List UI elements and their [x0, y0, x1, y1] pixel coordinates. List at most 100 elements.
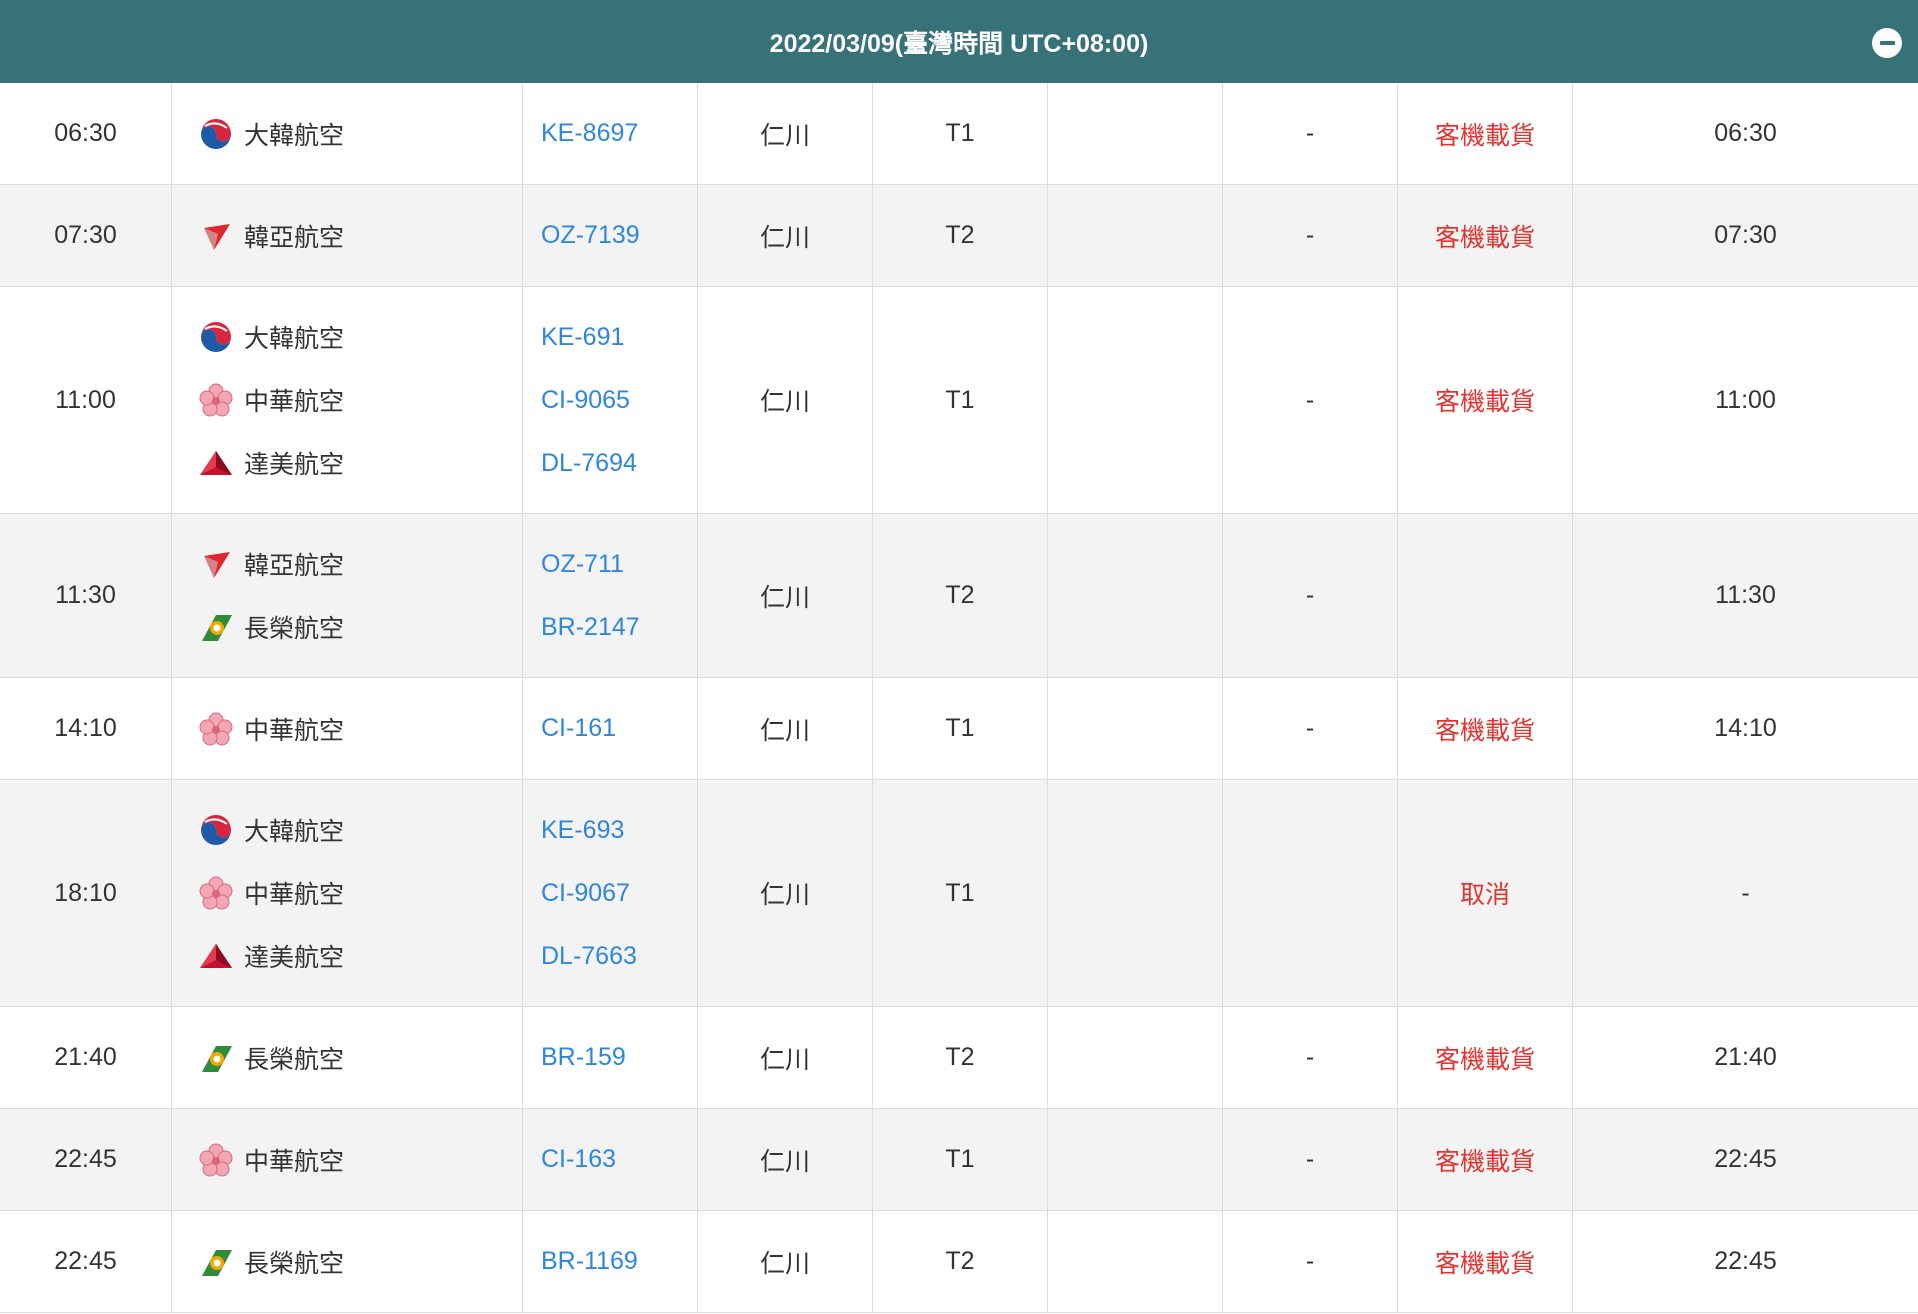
flight-number-link[interactable]: KE-8697: [541, 119, 638, 148]
actual-time-cell-text: -: [1741, 878, 1750, 907]
flight-number-link[interactable]: KE-693: [541, 816, 624, 845]
terminal-cell: T2: [873, 185, 1048, 286]
collapse-button[interactable]: [1872, 28, 1902, 58]
status-cell: [1398, 514, 1573, 677]
terminal-cell-text: T2: [945, 1043, 975, 1071]
terminal-cell: T2: [873, 1211, 1048, 1312]
status-cell-text: 客機載貨: [1434, 1249, 1535, 1278]
flight-code-item: DL-7694: [541, 432, 637, 495]
scheduled-time-cell-text: 06:30: [54, 119, 117, 147]
flight-number-link[interactable]: CI-9065: [541, 386, 630, 415]
airline-item: 中華航空: [198, 369, 344, 432]
airline-item: 大韓航空: [198, 799, 344, 862]
flight-code-item: CI-9067: [541, 862, 630, 925]
scheduled-time-cell: 14:10: [0, 678, 172, 779]
actual-time-cell-text: 22:45: [1714, 1145, 1777, 1173]
airlines-cell: 大韓航空: [172, 83, 523, 184]
airline-name: 中華航空: [244, 388, 345, 416]
destination-cell-text: 仁川: [759, 1147, 810, 1176]
destination-cell-text: 仁川: [759, 1249, 810, 1278]
terminal-cell: T1: [873, 780, 1048, 1006]
counter-cell-text: -: [1305, 1043, 1315, 1071]
china-airlines-logo-icon: [198, 875, 234, 911]
actual-time-cell: 11:00: [1573, 287, 1918, 513]
delta-logo-icon: [198, 938, 234, 974]
airline-name: 長榮航空: [244, 615, 345, 643]
table-row: 21:40 長榮航空 BR-159 仁川 T2 - 客機載貨 21:40: [0, 1007, 1918, 1109]
flight-code-item: OZ-7139: [541, 204, 640, 267]
actual-time-cell: 14:10: [1573, 678, 1918, 779]
flight-number-link[interactable]: DL-7663: [541, 942, 637, 971]
flight-code-item: CI-161: [541, 697, 616, 760]
terminal-cell-text: T2: [945, 1247, 975, 1275]
destination-cell-text: 仁川: [759, 121, 810, 150]
airline-item: 長榮航空: [198, 1026, 344, 1089]
airline-item: 中華航空: [198, 697, 344, 760]
flight-code-item: CI-9065: [541, 369, 630, 432]
scheduled-time-cell-text: 11:30: [55, 581, 116, 609]
actual-time-cell: 07:30: [1573, 185, 1918, 286]
flight-number-link[interactable]: CI-163: [541, 1145, 616, 1174]
flight-number-link[interactable]: OZ-711: [541, 550, 624, 579]
status-cell-text: 客機載貨: [1434, 1147, 1535, 1176]
gate-cell: [1048, 780, 1223, 1006]
actual-time-cell-text: 06:30: [1714, 119, 1777, 147]
status-cell: 客機載貨: [1398, 1211, 1573, 1312]
counter-cell: -: [1223, 1007, 1398, 1108]
flight-number-link[interactable]: DL-7694: [541, 449, 637, 478]
destination-cell-text: 仁川: [759, 583, 810, 612]
gate-cell: [1048, 1007, 1223, 1108]
delta-logo-icon: [198, 445, 234, 481]
flight-code-item: DL-7663: [541, 925, 637, 988]
flight-number-link[interactable]: BR-1169: [541, 1247, 638, 1276]
destination-cell: 仁川: [698, 514, 873, 677]
flight-codes-cell: CI-161: [523, 678, 698, 779]
status-cell-text: 客機載貨: [1434, 121, 1535, 150]
terminal-cell: T1: [873, 678, 1048, 779]
flight-codes-cell: KE-693 CI-9067 DL-7663: [523, 780, 698, 1006]
actual-time-cell: 21:40: [1573, 1007, 1918, 1108]
destination-cell: 仁川: [698, 287, 873, 513]
terminal-cell: T1: [873, 83, 1048, 184]
actual-time-cell: 22:45: [1573, 1211, 1918, 1312]
airline-name: 達美航空: [244, 451, 345, 479]
flight-number-link[interactable]: BR-159: [541, 1043, 626, 1072]
scheduled-time-cell: 18:10: [0, 780, 172, 1006]
status-cell: 客機載貨: [1398, 1007, 1573, 1108]
airlines-cell: 韓亞航空: [172, 185, 523, 286]
actual-time-cell-text: 22:45: [1714, 1247, 1777, 1275]
airline-name: 長榮航空: [244, 1045, 345, 1074]
flight-code-item: KE-693: [541, 799, 624, 862]
table-row: 22:45 長榮航空 BR-1169 仁川 T2 - 客機載貨 22:45: [0, 1211, 1918, 1313]
table-row: 11:30 韓亞航空 長榮航空 OZ-711 BR-2147 仁川 T2 - 11:30: [0, 514, 1918, 678]
scheduled-time-cell: 22:45: [0, 1109, 172, 1210]
asiana-logo-icon: [198, 218, 234, 254]
china-airlines-logo-icon: [198, 382, 234, 418]
status-cell: 客機載貨: [1398, 185, 1573, 286]
counter-cell: -: [1223, 83, 1398, 184]
airlines-cell: 大韓航空 中華航空 達美航空: [172, 287, 523, 513]
flight-number-link[interactable]: CI-9067: [541, 879, 630, 908]
actual-time-cell-text: 11:00: [1715, 385, 1776, 414]
flight-number-link[interactable]: OZ-7139: [541, 221, 640, 250]
destination-cell-text: 仁川: [759, 1045, 810, 1074]
airline-item: 長榮航空: [198, 1230, 344, 1293]
scheduled-time-cell-text: 11:00: [55, 385, 116, 414]
destination-cell: 仁川: [698, 1211, 873, 1312]
airline-item: 達美航空: [198, 925, 344, 988]
actual-time-cell-text: 07:30: [1714, 221, 1777, 249]
scheduled-time-cell-text: 07:30: [54, 221, 117, 249]
airlines-cell: 長榮航空: [172, 1211, 523, 1312]
flight-number-link[interactable]: KE-691: [541, 323, 624, 352]
table-row: 06:30 大韓航空 KE-8697 仁川 T1 - 客機載貨 06:30: [0, 83, 1918, 185]
destination-cell-text: 仁川: [759, 388, 810, 416]
scheduled-time-cell: 11:00: [0, 287, 172, 513]
scheduled-time-cell: 11:30: [0, 514, 172, 677]
airline-item: 達美航空: [198, 432, 344, 495]
flight-number-link[interactable]: CI-161: [541, 714, 616, 743]
flight-code-item: OZ-711: [541, 533, 624, 596]
flight-number-link[interactable]: BR-2147: [541, 613, 640, 642]
scheduled-time-cell-text: 14:10: [54, 714, 117, 742]
status-cell-text: 客機載貨: [1434, 1045, 1535, 1074]
counter-cell: -: [1223, 678, 1398, 779]
